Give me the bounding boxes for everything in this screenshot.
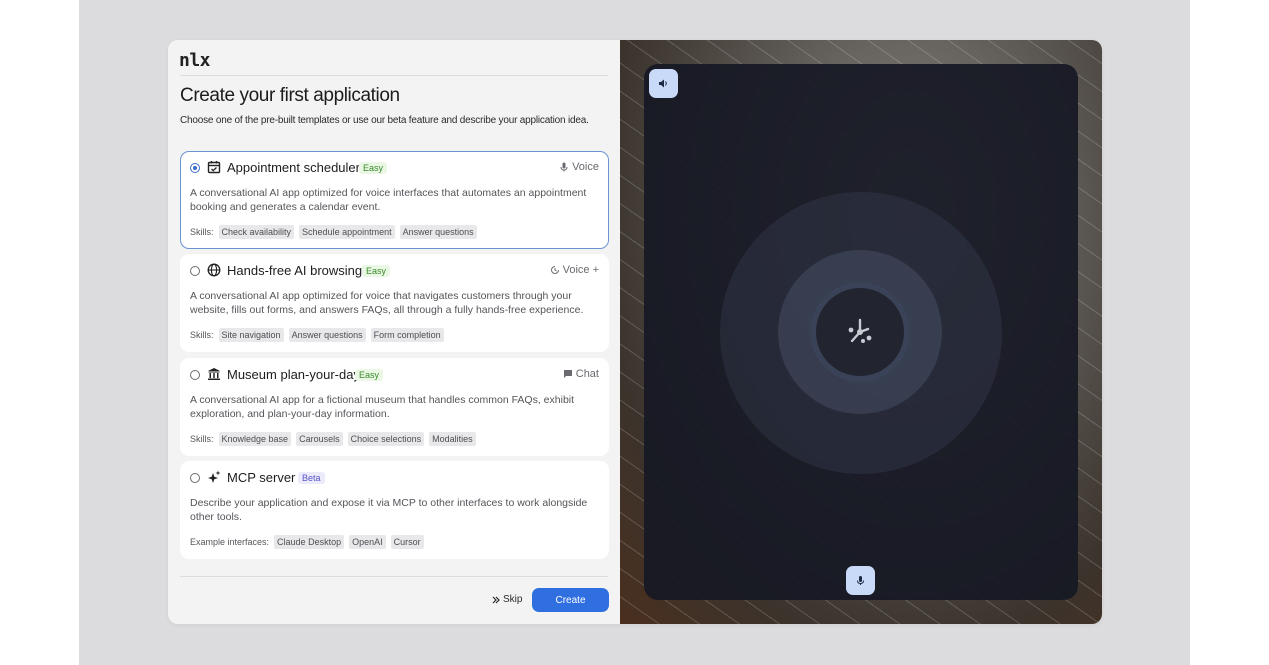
skills-row: Skills: Site navigation Answer questions… (190, 328, 444, 342)
interfaces-label: Example interfaces: (190, 537, 270, 547)
page-title: Create your first application (180, 85, 400, 106)
skills-label: Skills: (190, 434, 214, 444)
template-name: Appointment scheduler (227, 160, 360, 175)
speaker-icon (659, 79, 667, 88)
voice-orb (816, 288, 904, 376)
skills-row: Skills: Knowledge base Carousels Choice … (190, 432, 476, 446)
microphone-icon (560, 162, 568, 172)
template-panel: nlx Create your first application Choose… (168, 40, 620, 624)
template-description: A conversational AI app for a fictional … (190, 394, 575, 420)
mode-indicator: Voice (559, 161, 599, 173)
chat-icon (563, 370, 572, 378)
interface-tag: Claude Desktop (274, 535, 345, 549)
difficulty-badge: Easy (362, 265, 391, 277)
mode-label: Voice + (562, 264, 599, 276)
skill-tag: Choice selections (347, 432, 425, 446)
skills-label: Skills: (190, 227, 214, 237)
skill-tag: Site navigation (218, 328, 284, 342)
nlx-logo: nlx (179, 50, 211, 71)
radio-button[interactable] (190, 266, 200, 276)
template-name: MCP server (227, 470, 296, 485)
difficulty-badge: Easy (359, 162, 388, 174)
divider (180, 576, 608, 577)
create-button[interactable]: Create (532, 588, 609, 612)
radio-button[interactable] (190, 163, 200, 173)
voice-assistant-preview (644, 64, 1078, 600)
onboarding-window: nlx Create your first application Choose… (168, 40, 1102, 624)
divider (180, 75, 608, 76)
microphone-icon (857, 576, 864, 585)
template-name: Hands-free AI browsing (227, 263, 363, 278)
skill-tag: Form completion (370, 328, 444, 342)
skill-tag: Check availability (218, 225, 295, 239)
template-description: Describe your application and expose it … (190, 497, 588, 523)
voice-preview-panel (620, 40, 1102, 624)
skip-button[interactable]: Skip (492, 594, 522, 605)
template-card-museum-plan[interactable]: Museum plan-your-day Easy Chat A convers… (180, 358, 609, 456)
template-name: Museum plan-your-day (227, 367, 360, 382)
template-description: A conversational AI app optimized for vo… (190, 187, 587, 213)
template-card-mcp-server[interactable]: MCP server Beta Describe your applicatio… (180, 461, 609, 559)
template-card-appointment-scheduler[interactable]: Appointment scheduler Easy Voice A conve… (180, 151, 609, 249)
museum-icon (208, 368, 220, 380)
skill-tag: Schedule appointment (299, 225, 395, 239)
interface-tag: OpenAI (349, 535, 386, 549)
globe-icon (207, 263, 221, 277)
mode-indicator: Chat (563, 368, 599, 380)
interface-tag: Cursor (390, 535, 424, 549)
radio-button[interactable] (190, 370, 200, 380)
speaker-button[interactable] (649, 69, 678, 98)
difficulty-badge: Easy (355, 369, 384, 381)
skill-tag: Answer questions (399, 225, 477, 239)
mode-label: Voice (572, 161, 599, 173)
nlx-node-icon (848, 318, 872, 343)
double-chevron-right-icon (492, 596, 500, 603)
beta-badge: Beta (298, 472, 325, 484)
skills-label: Skills: (190, 330, 214, 340)
skills-row: Skills: Check availability Schedule appo… (190, 225, 477, 239)
template-description: A conversational AI app optimized for vo… (190, 290, 584, 316)
page-subtitle: Choose one of the pre-built templates or… (180, 115, 589, 126)
voice-plus-icon (550, 266, 559, 274)
template-card-hands-free-browsing[interactable]: Hands-free AI browsing Easy Voice + A co… (180, 254, 609, 352)
calendar-icon (207, 161, 221, 174)
microphone-button[interactable] (846, 566, 875, 595)
radio-button[interactable] (190, 473, 200, 483)
skill-tag: Carousels (296, 432, 343, 446)
mode-label: Chat (575, 368, 599, 380)
sparkle-icon (208, 470, 221, 483)
mode-indicator: Voice + (550, 264, 599, 276)
interfaces-row: Example interfaces: Claude Desktop OpenA… (190, 535, 424, 549)
skip-label: Skip (503, 594, 523, 605)
skill-tag: Knowledge base (218, 432, 292, 446)
skill-tag: Answer questions (288, 328, 366, 342)
skill-tag: Modalities (429, 432, 476, 446)
